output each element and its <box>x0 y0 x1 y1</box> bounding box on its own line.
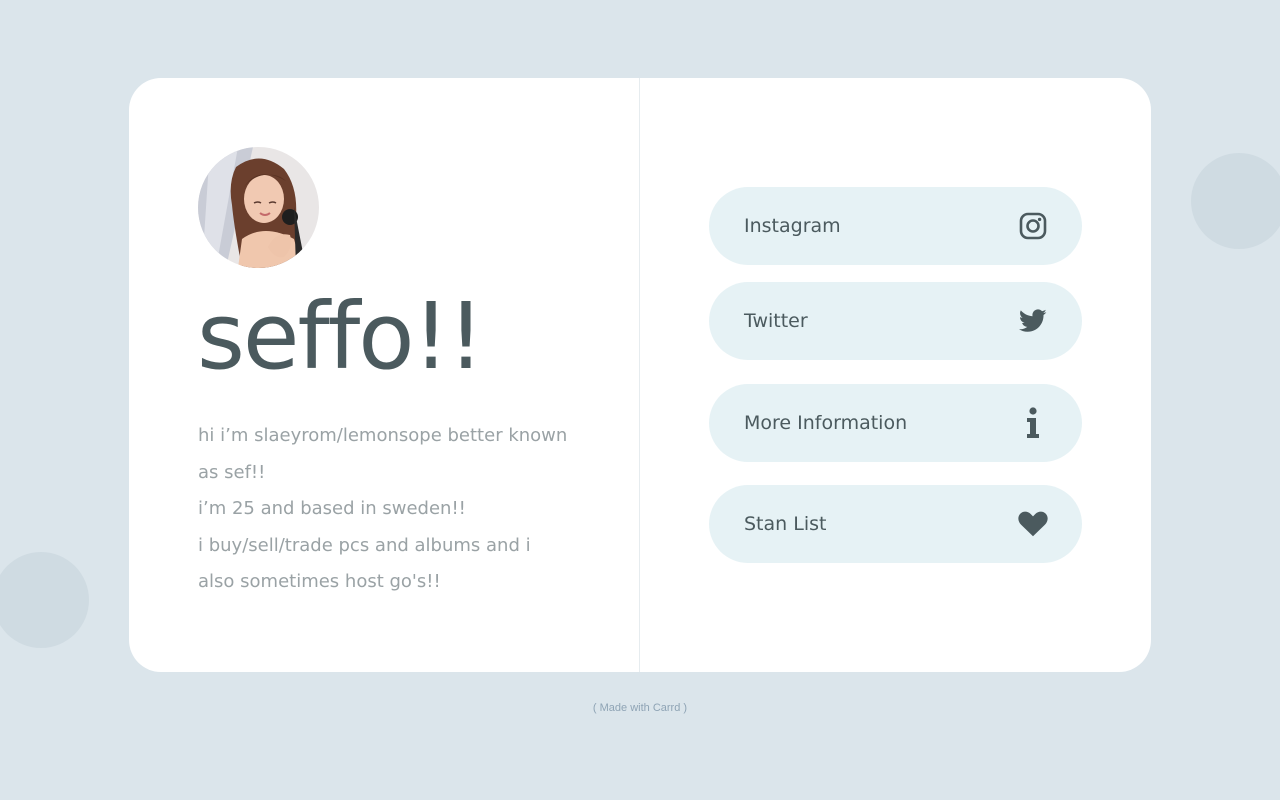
links-column: Instagram Twitter More Information Stan … <box>640 78 1151 672</box>
instagram-button-label: Instagram <box>744 215 841 237</box>
instagram-button[interactable]: Instagram <box>709 187 1082 265</box>
profile-card: seffo!! hi i’m slaeyrom/lemonsope better… <box>129 78 1151 672</box>
bio-line: i buy/sell/trade pcs and albums and i al… <box>198 534 531 593</box>
stan-list-button-label: Stan List <box>744 513 827 535</box>
page-title: seffo!! <box>197 283 484 390</box>
bio-line: hi i’m slaeyrom/lemonsope better known a… <box>198 425 568 483</box>
made-with-carrd-link[interactable]: ( Made with Carrd ) <box>0 702 1280 714</box>
avatar-photo <box>198 147 319 268</box>
more-information-button[interactable]: More Information <box>709 384 1082 462</box>
profile-column: seffo!! hi i’m slaeyrom/lemonsope better… <box>129 78 640 672</box>
twitter-button-label: Twitter <box>744 310 808 332</box>
info-icon <box>1018 407 1048 438</box>
more-information-button-label: More Information <box>744 412 908 434</box>
stan-list-button[interactable]: Stan List <box>709 485 1082 563</box>
decorative-circle-left <box>0 552 89 648</box>
decorative-circle-right <box>1191 153 1280 249</box>
avatar <box>198 147 319 268</box>
bio-line: i’m 25 and based in sweden!! <box>198 498 466 519</box>
bio-text: hi i’m slaeyrom/lemonsope better known a… <box>198 418 568 601</box>
heart-icon <box>1018 509 1048 539</box>
instagram-icon <box>1018 211 1048 241</box>
twitter-button[interactable]: Twitter <box>709 282 1082 360</box>
twitter-icon <box>1018 306 1048 336</box>
